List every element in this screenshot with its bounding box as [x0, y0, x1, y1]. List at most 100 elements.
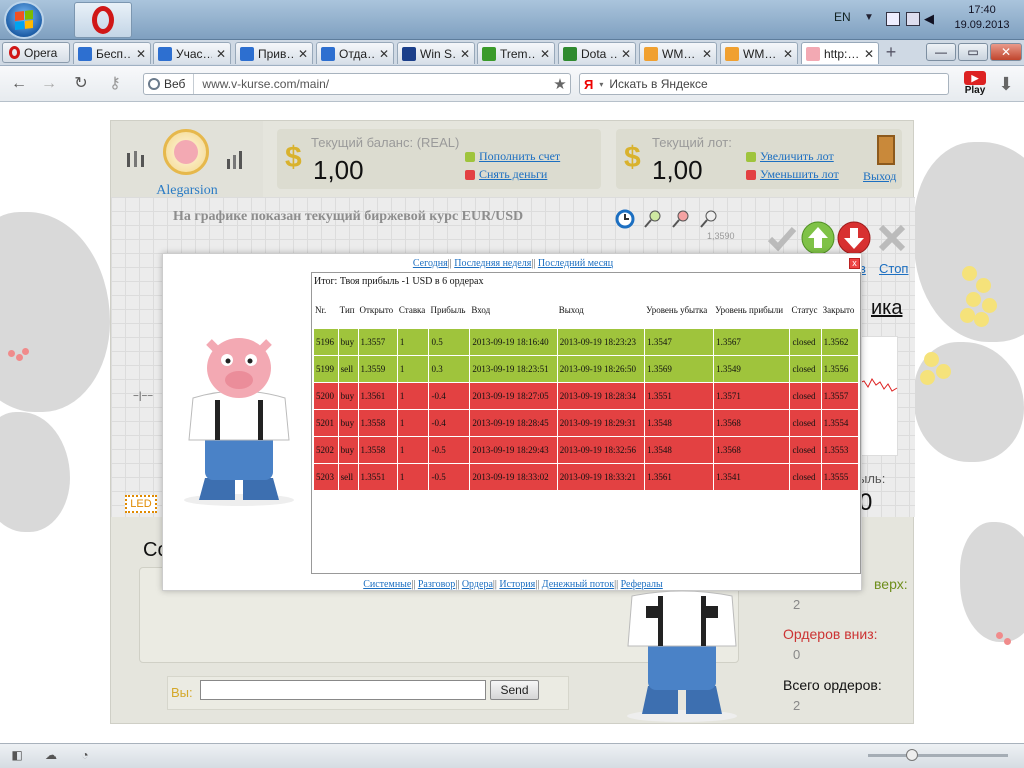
tab-favicon-icon	[644, 46, 658, 61]
pig-mascot-image	[627, 590, 737, 722]
send-button[interactable]: Send	[490, 680, 539, 700]
orders-total-value: 2	[793, 698, 801, 713]
section-link-2[interactable]: Разговор	[418, 579, 455, 590]
cell-type: buy	[338, 329, 358, 355]
maximize-button[interactable]: ▭	[958, 43, 988, 61]
period-link-1[interactable]: Сегодня	[413, 258, 448, 269]
system-clock[interactable]: 17:40 19.09.2013	[944, 3, 1020, 33]
window-close-button[interactable]: ✕	[990, 43, 1022, 61]
network-icon[interactable]	[886, 12, 900, 26]
tab-1[interactable]: Бесп… ✕	[73, 42, 151, 64]
section-link-1[interactable]: Системные	[363, 579, 411, 590]
check-icon[interactable]	[765, 221, 799, 255]
cell-profit-level: 1.3567	[714, 329, 790, 355]
url-text[interactable]: www.v-kurse.com/main/	[194, 77, 550, 91]
tab-close-icon[interactable]: ✕	[864, 47, 874, 61]
section-link-5[interactable]: Денежный поток	[542, 579, 614, 590]
section-link-4[interactable]: История	[499, 579, 535, 590]
zoom-slider-track[interactable]	[868, 754, 1008, 757]
tab-4[interactable]: Отда… ✕	[316, 42, 394, 64]
tab-3[interactable]: Прив… ✕	[235, 42, 313, 64]
zoom-reset-icon[interactable]	[699, 209, 719, 229]
tab-10[interactable]: http:… ✕	[801, 42, 879, 64]
tab-2[interactable]: Учас… ✕	[153, 42, 231, 64]
period-link-2[interactable]: Последняя неделя	[454, 258, 531, 269]
avatar[interactable]	[163, 129, 209, 175]
tab-close-icon[interactable]: ✕	[621, 47, 631, 61]
cell-status: closed	[790, 464, 821, 490]
minimize-button[interactable]: —	[926, 43, 956, 61]
search-input[interactable]: Я ▾ Искать в Яндексе	[579, 73, 949, 95]
address-bar[interactable]: Веб www.v-kurse.com/main/ ★	[143, 73, 571, 95]
tab-9[interactable]: WM… ✕	[720, 42, 798, 64]
new-tab-button[interactable]: +	[882, 43, 900, 62]
globe-icon	[148, 78, 160, 90]
back-icon[interactable]: ←	[10, 75, 28, 93]
tab-7[interactable]: Dota … ✕	[558, 42, 636, 64]
cloud-icon[interactable]: ☁	[44, 748, 58, 762]
exit-link[interactable]: Выход	[863, 169, 896, 184]
tab-close-icon[interactable]: ✕	[216, 47, 226, 61]
panel-toggle-icon[interactable]: ◧	[10, 748, 24, 762]
language-indicator[interactable]: EN	[834, 10, 851, 24]
period-link-3[interactable]: Последний месяц	[538, 258, 613, 269]
volume-icon[interactable]: ◀	[924, 12, 938, 26]
withdraw-link[interactable]: Снять деньги	[465, 167, 547, 182]
tab-close-icon[interactable]: ✕	[460, 47, 470, 61]
cell-bet: 1	[397, 464, 429, 490]
tab-close-icon[interactable]: ✕	[298, 47, 308, 61]
reload-icon[interactable]: ↻	[72, 75, 90, 93]
chat-input[interactable]	[200, 680, 486, 700]
username[interactable]: Alegarsion	[111, 183, 263, 199]
tab-close-icon[interactable]: ✕	[136, 47, 146, 61]
download-icon[interactable]: ⬇	[994, 74, 1018, 96]
chevron-down-icon[interactable]: ▾	[599, 80, 603, 89]
door-icon[interactable]	[877, 135, 895, 165]
tab-label: Отда…	[339, 46, 375, 61]
tab-5[interactable]: Win S… ✕	[397, 42, 475, 64]
tab-close-icon[interactable]: ✕	[702, 47, 712, 61]
page-content: Alegarsion Текущий баланс: (REAL) $ 1,00…	[0, 102, 1024, 743]
table-row: 5200 buy 1.3561 1 -0.4 2013-09-19 18:27:05 201…	[314, 383, 858, 409]
speed-icon[interactable]: ◔	[78, 748, 92, 762]
yandex-icon[interactable]: Я	[584, 77, 593, 92]
section-link-3[interactable]: Ордера	[462, 579, 493, 590]
play-button[interactable]: ▶ Play	[958, 71, 992, 99]
chart-title: На графике показан текущий биржевой курс…	[173, 209, 524, 224]
close-x-icon[interactable]	[875, 221, 909, 255]
tab-close-icon[interactable]: ✕	[379, 47, 389, 61]
tab-close-icon[interactable]: ✕	[783, 47, 793, 61]
cell-profit-level: 1.3568	[714, 410, 790, 436]
tab-close-icon[interactable]: ✕	[540, 47, 550, 61]
cell-type: sell	[338, 464, 358, 490]
cell-loss-level: 1.3548	[645, 410, 714, 436]
web-badge[interactable]: Веб	[144, 74, 195, 94]
clock-icon[interactable]	[615, 209, 635, 229]
bars-icon[interactable]	[225, 149, 247, 171]
forward-icon[interactable]: →	[40, 75, 58, 93]
tab-favicon-icon	[563, 46, 577, 61]
cell-loss-level: 1.3547	[645, 329, 714, 355]
key-icon[interactable]: ⚷	[106, 75, 124, 93]
star-icon[interactable]: ★	[550, 75, 570, 93]
decrease-lot-link[interactable]: Уменьшить лот	[746, 167, 839, 182]
plus-icon	[746, 151, 756, 162]
windows-start-icon[interactable]	[4, 1, 44, 39]
tab-8[interactable]: WM… ✕	[639, 42, 717, 64]
chevron-down-icon[interactable]: ▼	[864, 12, 878, 26]
increase-lot-link[interactable]: Увеличить лот	[746, 149, 834, 164]
cell-exit: 2013-09-19 18:32:56	[557, 437, 645, 463]
arrow-down-icon[interactable]	[837, 221, 871, 255]
stop-link[interactable]: Стоп	[879, 261, 908, 276]
flag-tray-icon[interactable]	[906, 12, 920, 26]
zoom-out-icon[interactable]	[671, 209, 691, 229]
equalizer-icon[interactable]	[125, 149, 147, 171]
zoom-slider-handle[interactable]	[906, 749, 918, 761]
opera-menu-button[interactable]: Opera	[2, 42, 70, 63]
deposit-link[interactable]: Пополнить счет	[465, 149, 560, 164]
opera-taskbar-button[interactable]	[74, 2, 132, 38]
arrow-up-icon[interactable]	[801, 221, 835, 255]
right-panel-title[interactable]: ика	[871, 297, 902, 320]
zoom-in-icon[interactable]	[643, 209, 663, 229]
tab-6[interactable]: Trem… ✕	[477, 42, 555, 64]
